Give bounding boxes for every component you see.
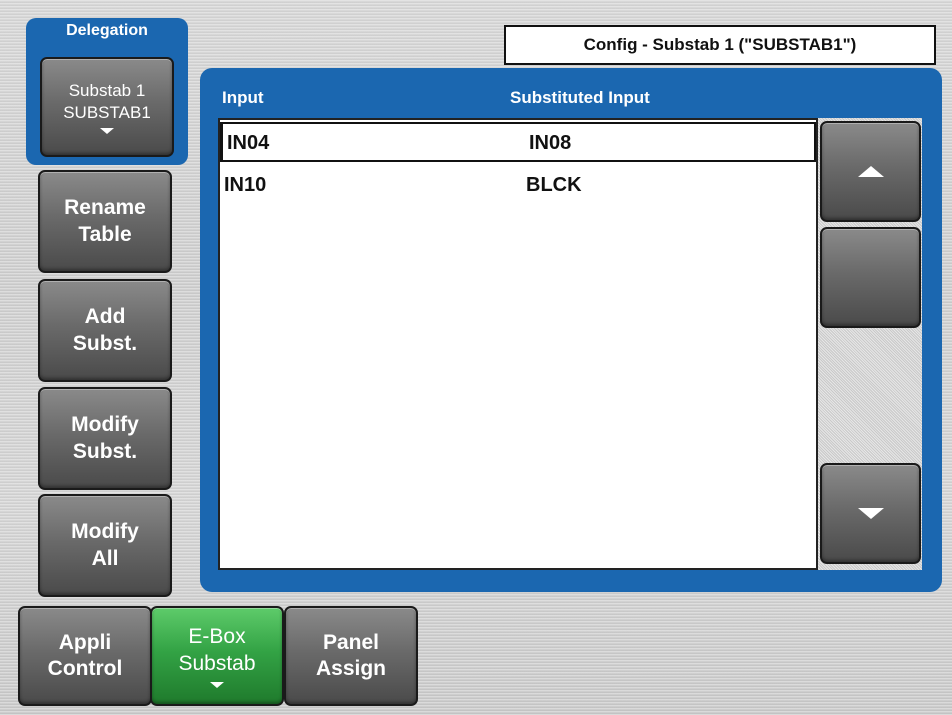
row-input: IN10 bbox=[224, 174, 267, 196]
tab-panel-label-2: Assign bbox=[315, 657, 386, 680]
modify-all-label-1: Modify bbox=[71, 520, 139, 544]
modify-all-label-2: All bbox=[91, 546, 119, 570]
tab-appli-label-2: Control bbox=[47, 657, 123, 680]
tab-ebox-substab[interactable]: E-Box Substab bbox=[150, 606, 284, 706]
table-row[interactable]: IN04 IN08 bbox=[220, 122, 816, 162]
modify-subst-label-1: Modify bbox=[71, 413, 139, 437]
modify-subst-label-2: Subst. bbox=[72, 439, 138, 463]
rename-table-label-1: Rename bbox=[64, 196, 146, 220]
scroll-down-button[interactable] bbox=[820, 463, 921, 564]
modify-all-button[interactable]: Modify All bbox=[38, 494, 172, 597]
scroll-up-button[interactable] bbox=[820, 121, 921, 222]
column-header-input: Input bbox=[222, 88, 264, 107]
delegation-substab-button[interactable]: Substab 1 SUBSTAB1 bbox=[40, 57, 174, 157]
chevron-up-icon bbox=[857, 166, 884, 177]
scroll-thumb[interactable] bbox=[820, 227, 921, 328]
rename-table-label-2: Table bbox=[78, 222, 132, 246]
tab-appli-label-1: Appli bbox=[58, 630, 112, 654]
chevron-down-icon bbox=[100, 127, 114, 134]
column-header-substituted-input: Substituted Input bbox=[510, 88, 650, 107]
delegation-group: Delegation Substab 1 SUBSTAB1 bbox=[26, 18, 188, 165]
tab-panel-label-1: Panel bbox=[322, 630, 380, 654]
delegation-button-line1: Substab 1 bbox=[68, 81, 146, 101]
chevron-down-icon bbox=[210, 681, 224, 688]
chevron-down-icon bbox=[857, 508, 884, 519]
substitution-list: IN04 IN08 IN10 BLCK bbox=[218, 118, 818, 570]
row-substituted-input: IN08 bbox=[529, 132, 572, 154]
tab-panel-assign[interactable]: Panel Assign bbox=[284, 606, 418, 706]
delegation-button-line2: SUBSTAB1 bbox=[63, 102, 151, 122]
row-input: IN04 bbox=[227, 132, 270, 154]
modify-subst-button[interactable]: Modify Subst. bbox=[38, 387, 172, 490]
tab-appli-control[interactable]: Appli Control bbox=[18, 606, 152, 706]
tab-ebox-label-1: E-Box bbox=[188, 625, 246, 649]
tab-ebox-label-2: Substab bbox=[178, 651, 256, 675]
row-substituted-input: BLCK bbox=[526, 174, 582, 196]
add-subst-label-2: Subst. bbox=[72, 331, 138, 355]
table-row[interactable]: IN10 BLCK bbox=[220, 166, 816, 206]
add-subst-label-1: Add bbox=[84, 305, 126, 329]
rename-table-button[interactable]: Rename Table bbox=[38, 170, 172, 273]
config-title: Config - Substab 1 ("SUBSTAB1") bbox=[504, 25, 936, 65]
delegation-title: Delegation bbox=[66, 22, 148, 39]
add-subst-button[interactable]: Add Subst. bbox=[38, 279, 172, 382]
